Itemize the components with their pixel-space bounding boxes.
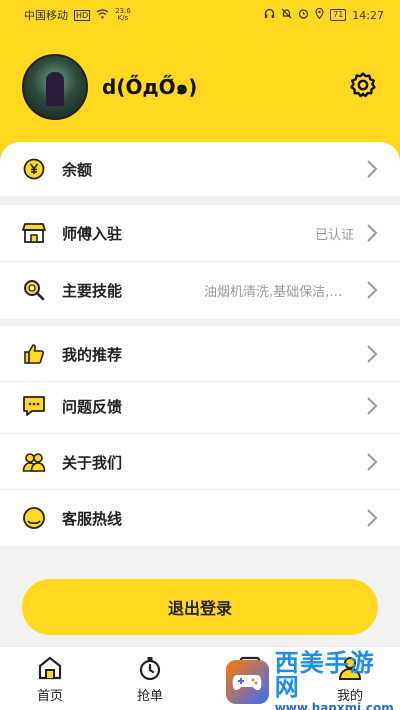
menu-label-hotline: 客服热线 bbox=[62, 509, 123, 528]
menu-label-balance: 余额 bbox=[62, 160, 93, 179]
menu-item-balance[interactable]: 余额 bbox=[0, 142, 400, 196]
menu-item-master-join[interactable]: 师傅入驻 已认证 bbox=[0, 205, 400, 261]
people-icon bbox=[22, 450, 46, 474]
chevron-right-icon bbox=[367, 224, 378, 242]
menu-item-about[interactable]: 关于我们 bbox=[0, 434, 400, 490]
mute-bell-icon bbox=[281, 8, 292, 22]
chevron-right-icon bbox=[367, 345, 378, 363]
verification-status: 已认证 bbox=[314, 227, 354, 243]
order-list-icon bbox=[239, 656, 261, 680]
tab-label-home: 首页 bbox=[36, 689, 63, 704]
chevron-right-icon bbox=[367, 397, 378, 415]
tab-grab-order[interactable]: 抢单 bbox=[100, 647, 200, 710]
menu-label-feedback: 问题反馈 bbox=[62, 397, 123, 416]
username: d(Ő̀дŐ́๑) bbox=[102, 75, 198, 99]
chevron-right-icon bbox=[367, 509, 378, 527]
search-magnifier-icon bbox=[22, 278, 46, 302]
storefront-icon bbox=[22, 221, 46, 245]
clock: 14:27 bbox=[352, 8, 384, 22]
menu-item-skills[interactable]: 主要技能 油烟机清洗,基础保洁,地暖清洗... bbox=[0, 262, 400, 318]
settings-gear-icon[interactable] bbox=[346, 68, 380, 102]
skills-summary: 油烟机清洗,基础保洁,地暖清洗... bbox=[204, 284, 354, 300]
location-icon bbox=[315, 7, 324, 22]
thumbs-up-icon bbox=[22, 342, 46, 366]
tab-mine[interactable]: 我的 bbox=[300, 647, 400, 710]
tab-home[interactable]: 首页 bbox=[0, 647, 100, 710]
chevron-right-icon bbox=[367, 160, 378, 178]
home-icon bbox=[38, 656, 62, 680]
stopwatch-icon bbox=[139, 657, 161, 681]
alarm-icon bbox=[298, 8, 309, 22]
logout-button[interactable]: 退出登录 bbox=[22, 579, 378, 635]
hd-badge: HD bbox=[74, 9, 91, 21]
menu-label-recommend: 我的推荐 bbox=[62, 345, 123, 364]
menu-item-hotline[interactable]: 客服热线 bbox=[0, 490, 400, 546]
bottom-tab-bar: 首页 抢单 我的 bbox=[0, 646, 400, 710]
headset-circle-icon bbox=[22, 506, 46, 530]
menu-item-feedback[interactable]: 问题反馈 bbox=[0, 378, 400, 434]
tab-label-mine: 我的 bbox=[336, 689, 363, 704]
headphones-icon bbox=[264, 8, 275, 22]
battery-indicator: 71 bbox=[330, 9, 347, 21]
status-bar: 中国移动 HD 23.6 K/s 71 14:27 bbox=[0, 0, 400, 30]
menu-label-skills: 主要技能 bbox=[62, 281, 123, 300]
yen-coin-icon bbox=[22, 157, 46, 181]
chevron-right-icon bbox=[367, 281, 378, 299]
chevron-right-icon bbox=[367, 453, 378, 471]
avatar[interactable] bbox=[22, 54, 88, 120]
menu-item-recommend[interactable]: 我的推荐 bbox=[0, 326, 400, 382]
tab-label-grab: 抢单 bbox=[136, 689, 163, 704]
wifi-icon bbox=[96, 8, 109, 22]
carrier-name: 中国移动 bbox=[24, 9, 68, 22]
menu-label-master-join: 师傅入驻 bbox=[62, 224, 123, 243]
menu-label-about: 关于我们 bbox=[62, 453, 123, 472]
chat-bubble-icon bbox=[22, 394, 46, 418]
profile-header[interactable]: d(Ő̀дŐ́๑) bbox=[22, 52, 197, 122]
person-icon bbox=[338, 657, 362, 680]
tab-orders[interactable] bbox=[200, 647, 300, 710]
net-speed: 23.6 K/s bbox=[115, 7, 131, 22]
